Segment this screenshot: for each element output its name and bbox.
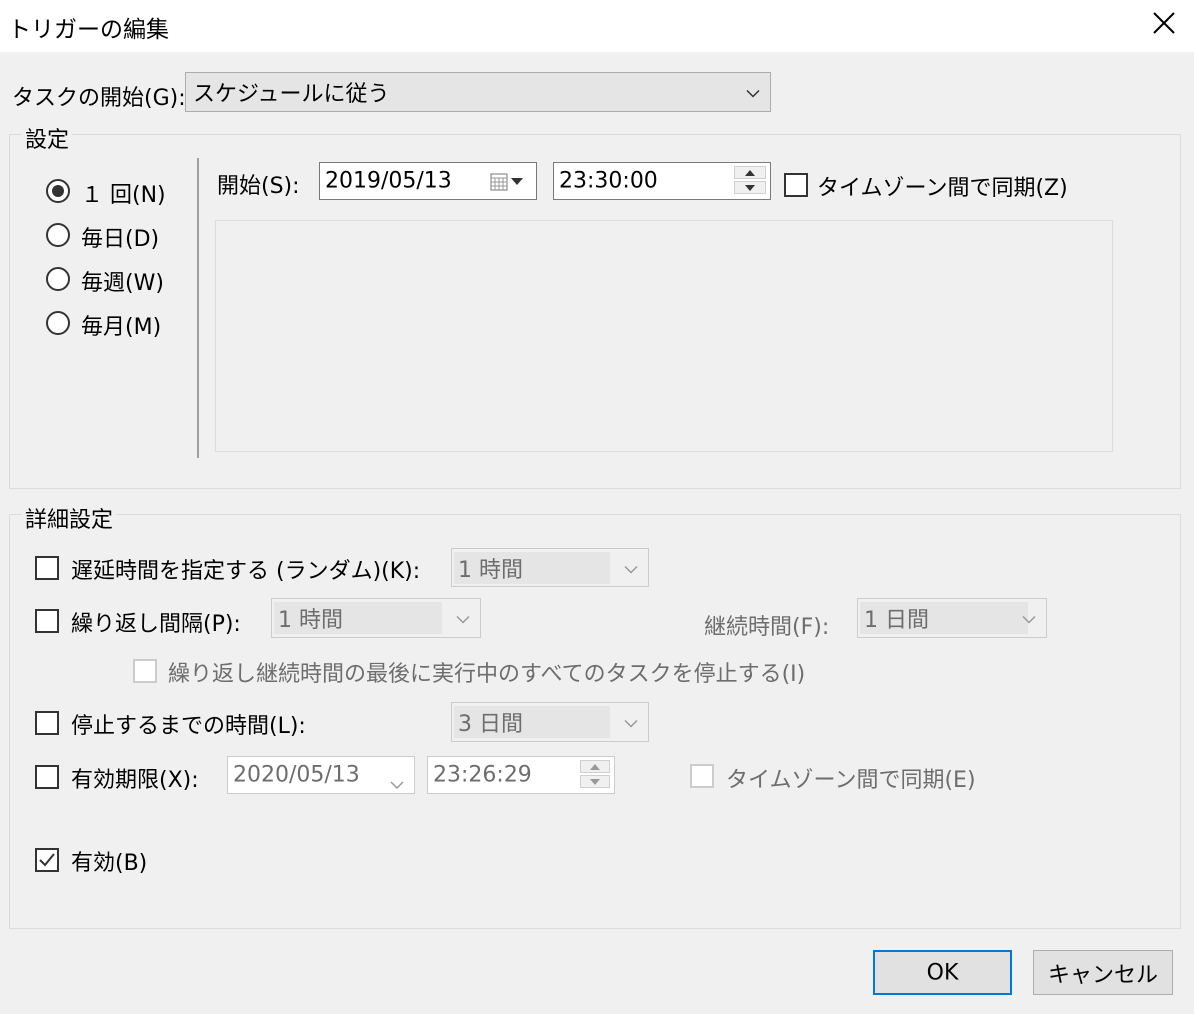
spin-down-icon[interactable] (580, 775, 610, 788)
close-icon[interactable] (1150, 8, 1178, 38)
chevron-down-icon (456, 606, 470, 631)
stop-all-tasks-label: 繰り返し継続時間の最後に実行中のすべてのタスクを停止する(I) (168, 662, 806, 687)
spin-up-icon[interactable] (580, 760, 610, 773)
repeat-duration-select[interactable]: 1 日間 (857, 598, 1047, 638)
repeat-value: 1 時間 (274, 602, 442, 634)
expire-date-picker[interactable]: 2020/05/13 (227, 756, 415, 794)
radio-weekly-label: 毎週(W) (81, 271, 164, 296)
enabled-checkbox[interactable] (35, 848, 59, 872)
stop-all-tasks-checkbox[interactable] (133, 659, 157, 683)
delay-checkbox[interactable] (35, 556, 59, 580)
radio-daily[interactable] (46, 223, 70, 247)
spin-down-icon[interactable] (734, 181, 766, 194)
radio-monthly[interactable] (46, 311, 70, 335)
radio-weekly[interactable] (46, 267, 70, 291)
start-date-value: 2019/05/13 (325, 168, 452, 194)
radio-once[interactable] (46, 179, 70, 203)
radio-once-label: １ 回(N) (81, 183, 166, 208)
calendar-icon[interactable] (490, 172, 524, 197)
chevron-down-icon (390, 771, 404, 796)
repeat-duration-label: 継続時間(F): (704, 615, 830, 640)
start-date-picker[interactable]: 2019/05/13 (319, 162, 537, 200)
advanced-group-label: 詳細設定 (22, 502, 117, 534)
repeat-select[interactable]: 1 時間 (271, 598, 481, 638)
settings-group-label: 設定 (22, 122, 73, 154)
delay-value: 1 時間 (454, 551, 610, 584)
stop-after-value: 3 日間 (454, 706, 610, 738)
repeat-checkbox[interactable] (35, 609, 59, 633)
sync-timezone-label: タイムゾーン間で同期(Z) (817, 176, 1068, 201)
sync-timezone-checkbox[interactable] (784, 173, 808, 197)
stop-after-label: 停止するまでの時間(L): (71, 714, 306, 739)
spin-up-icon[interactable] (734, 166, 766, 179)
expire-time-field[interactable]: 23:26:29 (427, 756, 615, 794)
stop-after-checkbox[interactable] (35, 711, 59, 735)
ok-button-label: OK (926, 960, 959, 985)
stop-after-select[interactable]: 3 日間 (451, 702, 649, 742)
begin-task-select[interactable]: スケジュールに従う (185, 72, 771, 112)
checkmark-icon (39, 853, 55, 867)
start-time-field[interactable]: 23:30:00 (553, 162, 771, 200)
chevron-down-icon (624, 710, 638, 735)
start-time-value: 23:30:00 (559, 168, 658, 194)
window-title: トリガーの編集 (8, 17, 169, 43)
begin-task-label: タスクの開始(G): (12, 86, 186, 111)
enabled-label: 有効(B) (71, 851, 148, 876)
repeat-label: 繰り返し間隔(P): (71, 612, 241, 637)
expire-checkbox[interactable] (35, 765, 59, 789)
chevron-down-icon (746, 80, 760, 105)
expire-sync-timezone-label: タイムゾーン間で同期(E) (726, 768, 976, 793)
expire-time-value: 23:26:29 (433, 762, 532, 788)
expire-date-value: 2020/05/13 (233, 762, 360, 788)
time-spinner[interactable] (734, 166, 766, 196)
cancel-button-label: キャンセル (1047, 962, 1158, 988)
vertical-divider (197, 158, 199, 458)
expire-sync-timezone-checkbox[interactable] (690, 764, 714, 788)
chevron-down-icon (1022, 606, 1036, 631)
expire-label: 有効期限(X): (71, 768, 199, 793)
radio-daily-label: 毎日(D) (81, 227, 160, 252)
chevron-down-icon (624, 555, 638, 580)
repeat-duration-value: 1 日間 (860, 602, 1028, 634)
cancel-button[interactable]: キャンセル (1033, 950, 1173, 995)
begin-task-value: スケジュールに従う (193, 82, 390, 107)
start-label: 開始(S): (217, 174, 300, 199)
schedule-detail-panel (215, 220, 1113, 452)
radio-monthly-label: 毎月(M) (81, 315, 162, 340)
expire-time-spinner[interactable] (580, 760, 610, 790)
delay-label: 遅延時間を指定する (ランダム)(K): (71, 559, 421, 584)
title-bar: トリガーの編集 (0, 0, 1194, 52)
ok-button[interactable]: OK (873, 950, 1012, 995)
delay-select[interactable]: 1 時間 (451, 548, 649, 587)
